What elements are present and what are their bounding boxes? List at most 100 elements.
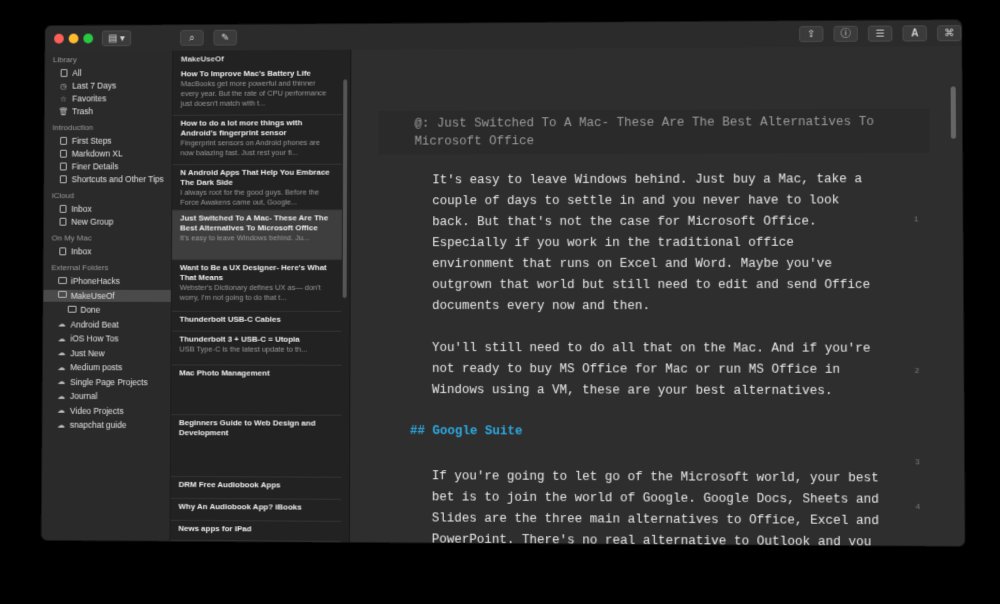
sidebar-item-just-new[interactable]: ☁ Just New	[57, 347, 105, 359]
minimize-window-button[interactable]	[69, 34, 79, 44]
sidebar-item-label: Single Page Projects	[70, 376, 148, 388]
doc-icon	[58, 175, 68, 184]
sidebar-item-journal[interactable]: ☁ Journal	[56, 390, 97, 402]
app-window: ▤ ▾ ⌕ ✎ ⇪ ⓘ ☰ A ⌘ Library All ◷ Last 7 Days…	[42, 20, 965, 546]
editor[interactable]: @: Just Switched To A Mac- These Are The…	[350, 46, 965, 546]
sidebar-section-header: External Folders	[51, 263, 108, 272]
sidebar-item-snapchat-guide[interactable]: ☁ snapchat guide	[56, 419, 126, 431]
note-list-item[interactable]: Want to Be a UX Designer- Here's What Th…	[172, 260, 342, 312]
note-title: Why An Audiobook App? iBooks	[178, 502, 333, 513]
editor-subheading: ## Google Suite	[410, 424, 523, 438]
sidebar-item-label: Video Projects	[70, 404, 124, 416]
sidebar-toggle-icon[interactable]: ▤ ▾	[102, 30, 131, 46]
cloud-icon: ☁	[57, 348, 67, 357]
doc-icon	[58, 204, 68, 213]
note-list-item[interactable]: N Android Apps That Help You Embrace The…	[172, 165, 342, 211]
line-number: 4	[915, 503, 920, 512]
note-list-scrollbar[interactable]	[343, 79, 348, 298]
document-heading: @: Just Switched To A Mac- These Are The…	[379, 109, 930, 155]
sidebar-item-new-group[interactable]: New Group	[58, 216, 114, 228]
note-list-item[interactable]: DRM Free Audiobook Apps	[171, 477, 341, 500]
note-list-item[interactable]: Just Switched To A Mac- These Are The Be…	[172, 210, 342, 260]
doc-icon	[58, 162, 68, 171]
note-list-folder-title: MakeUseOf	[181, 54, 224, 63]
note-preview: Fingerprint sensors on Android phones ar…	[180, 138, 334, 158]
sidebar-section-header: Library	[53, 55, 77, 64]
sidebar-item-shortcuts-and-other-tips[interactable]: Shortcuts and Other Tips	[58, 173, 164, 185]
note-list-item[interactable]: Mac Photo Management	[171, 365, 341, 415]
note-title: DRM Free Audiobook Apps	[179, 480, 334, 491]
note-title: Want to Be a UX Designer- Here's What Th…	[180, 263, 334, 283]
note-list-item[interactable]: How To Improve Mac's Battery Life MacBook…	[173, 66, 343, 116]
close-window-button[interactable]	[54, 34, 64, 44]
note-list: MakeUseOf How To Improve Mac's Battery L…	[170, 50, 351, 542]
folder-icon	[67, 305, 77, 314]
note-title: N Android Apps That Help You Embrace The…	[180, 168, 334, 188]
note-preview: Webster's Dictionary defines UX as— don'…	[180, 283, 334, 303]
editor-paragraph: It's easy to leave Windows behind. Just …	[432, 169, 886, 317]
note-list-item[interactable]: Why An Audiobook App? iBooks	[171, 499, 342, 522]
sidebar-item-makeuseof[interactable]: MakeUseOf	[43, 289, 171, 301]
note-list-item[interactable]: News apps for iPad	[170, 521, 341, 542]
note-title: Thunderbolt USB-C Cables	[180, 315, 334, 325]
editor-paragraph: If you're going to let go of the Microso…	[432, 466, 887, 546]
sidebar-item-iphonehacks[interactable]: iPhoneHacks	[57, 275, 120, 287]
line-number: 2	[914, 367, 919, 376]
list-icon[interactable]: ☰	[868, 26, 892, 42]
sidebar-item-finer-details[interactable]: Finer Details	[58, 160, 118, 172]
sidebar-item-label: snapchat guide	[70, 419, 127, 431]
sidebar-item-done[interactable]: Done	[67, 304, 101, 316]
note-title: Just Switched To A Mac- These Are The Be…	[180, 213, 334, 233]
sidebar-item-label: Just New	[70, 347, 104, 359]
sidebar-item-inbox[interactable]: Inbox	[58, 203, 92, 215]
sidebar-item-medium-posts[interactable]: ☁ Medium posts	[57, 361, 123, 373]
note-preview: USB Type-C is the latest update to th...	[179, 345, 333, 355]
tag-icon[interactable]: ⌘	[937, 25, 962, 41]
sidebar-item-label: Journal	[70, 390, 97, 402]
search-icon[interactable]: ⌕	[180, 30, 204, 46]
editor-scrollbar[interactable]	[951, 86, 956, 138]
note-preview: I always root for the good guys. Before …	[180, 188, 334, 208]
sidebar: Library All ◷ Last 7 Days ☆ Favorites 🗑 Trash In…	[42, 51, 174, 541]
folder-icon	[57, 277, 67, 286]
maximize-window-button[interactable]	[83, 34, 93, 44]
note-title: News apps for iPad	[178, 524, 333, 535]
sidebar-item-last-7-days[interactable]: ◷ Last 7 Days	[59, 80, 117, 92]
sidebar-item-label: Android Beat	[71, 318, 119, 330]
note-list-item[interactable]: Beginners Guide to Web Design and Develo…	[171, 415, 342, 478]
font-icon[interactable]: A	[902, 25, 926, 41]
sidebar-item-video-projects[interactable]: ☁ Video Projects	[56, 404, 123, 416]
line-number: 1	[914, 215, 919, 224]
sidebar-item-label: Finer Details	[72, 160, 119, 172]
star-icon: ☆	[58, 94, 68, 103]
note-list-item[interactable]: Thunderbolt 3 + USB-C = Utopia USB Type-C…	[171, 332, 341, 366]
note-list-item[interactable]: How to do a lot more things with Android…	[173, 115, 343, 165]
doc-icon	[57, 247, 67, 256]
cloud-icon: ☁	[57, 334, 67, 343]
sidebar-item-markdown-xl[interactable]: Markdown XL	[58, 148, 123, 160]
sidebar-item-trash[interactable]: 🗑 Trash	[58, 105, 93, 117]
sidebar-item-label: All	[72, 67, 81, 79]
note-preview: It's easy to leave Windows behind. Ju...	[180, 233, 334, 243]
editor-paragraph: You'll still need to do all that on the …	[432, 338, 886, 402]
sidebar-item-label: New Group	[71, 216, 113, 228]
doc-icon	[58, 149, 68, 158]
line-number: 3	[915, 458, 920, 467]
sidebar-item-favorites[interactable]: ☆ Favorites	[58, 92, 106, 104]
sidebar-item-ios-how-tos[interactable]: ☁ iOS How Tos	[57, 332, 119, 344]
cloud-icon: ☁	[56, 420, 66, 429]
share-icon[interactable]: ⇪	[799, 26, 823, 42]
sidebar-item-all[interactable]: All	[59, 67, 82, 79]
sidebar-item-first-steps[interactable]: First Steps	[58, 135, 111, 147]
sidebar-item-android-beat[interactable]: ☁ Android Beat	[57, 318, 119, 330]
note-title: Beginners Guide to Web Design and Develo…	[179, 418, 333, 439]
sidebar-item-label: Favorites	[72, 92, 106, 104]
sidebar-item-inbox[interactable]: Inbox	[57, 245, 91, 257]
info-icon[interactable]: ⓘ	[833, 26, 857, 42]
sidebar-item-label: iPhoneHacks	[71, 275, 120, 287]
compose-icon[interactable]: ✎	[213, 30, 237, 46]
sidebar-item-single-page-projects[interactable]: ☁ Single Page Projects	[56, 376, 147, 388]
note-list-item[interactable]: Thunderbolt USB-C Cables	[172, 312, 342, 332]
sidebar-item-label: iOS How Tos	[70, 332, 118, 344]
note-title: How to do a lot more things with Android…	[181, 118, 335, 138]
